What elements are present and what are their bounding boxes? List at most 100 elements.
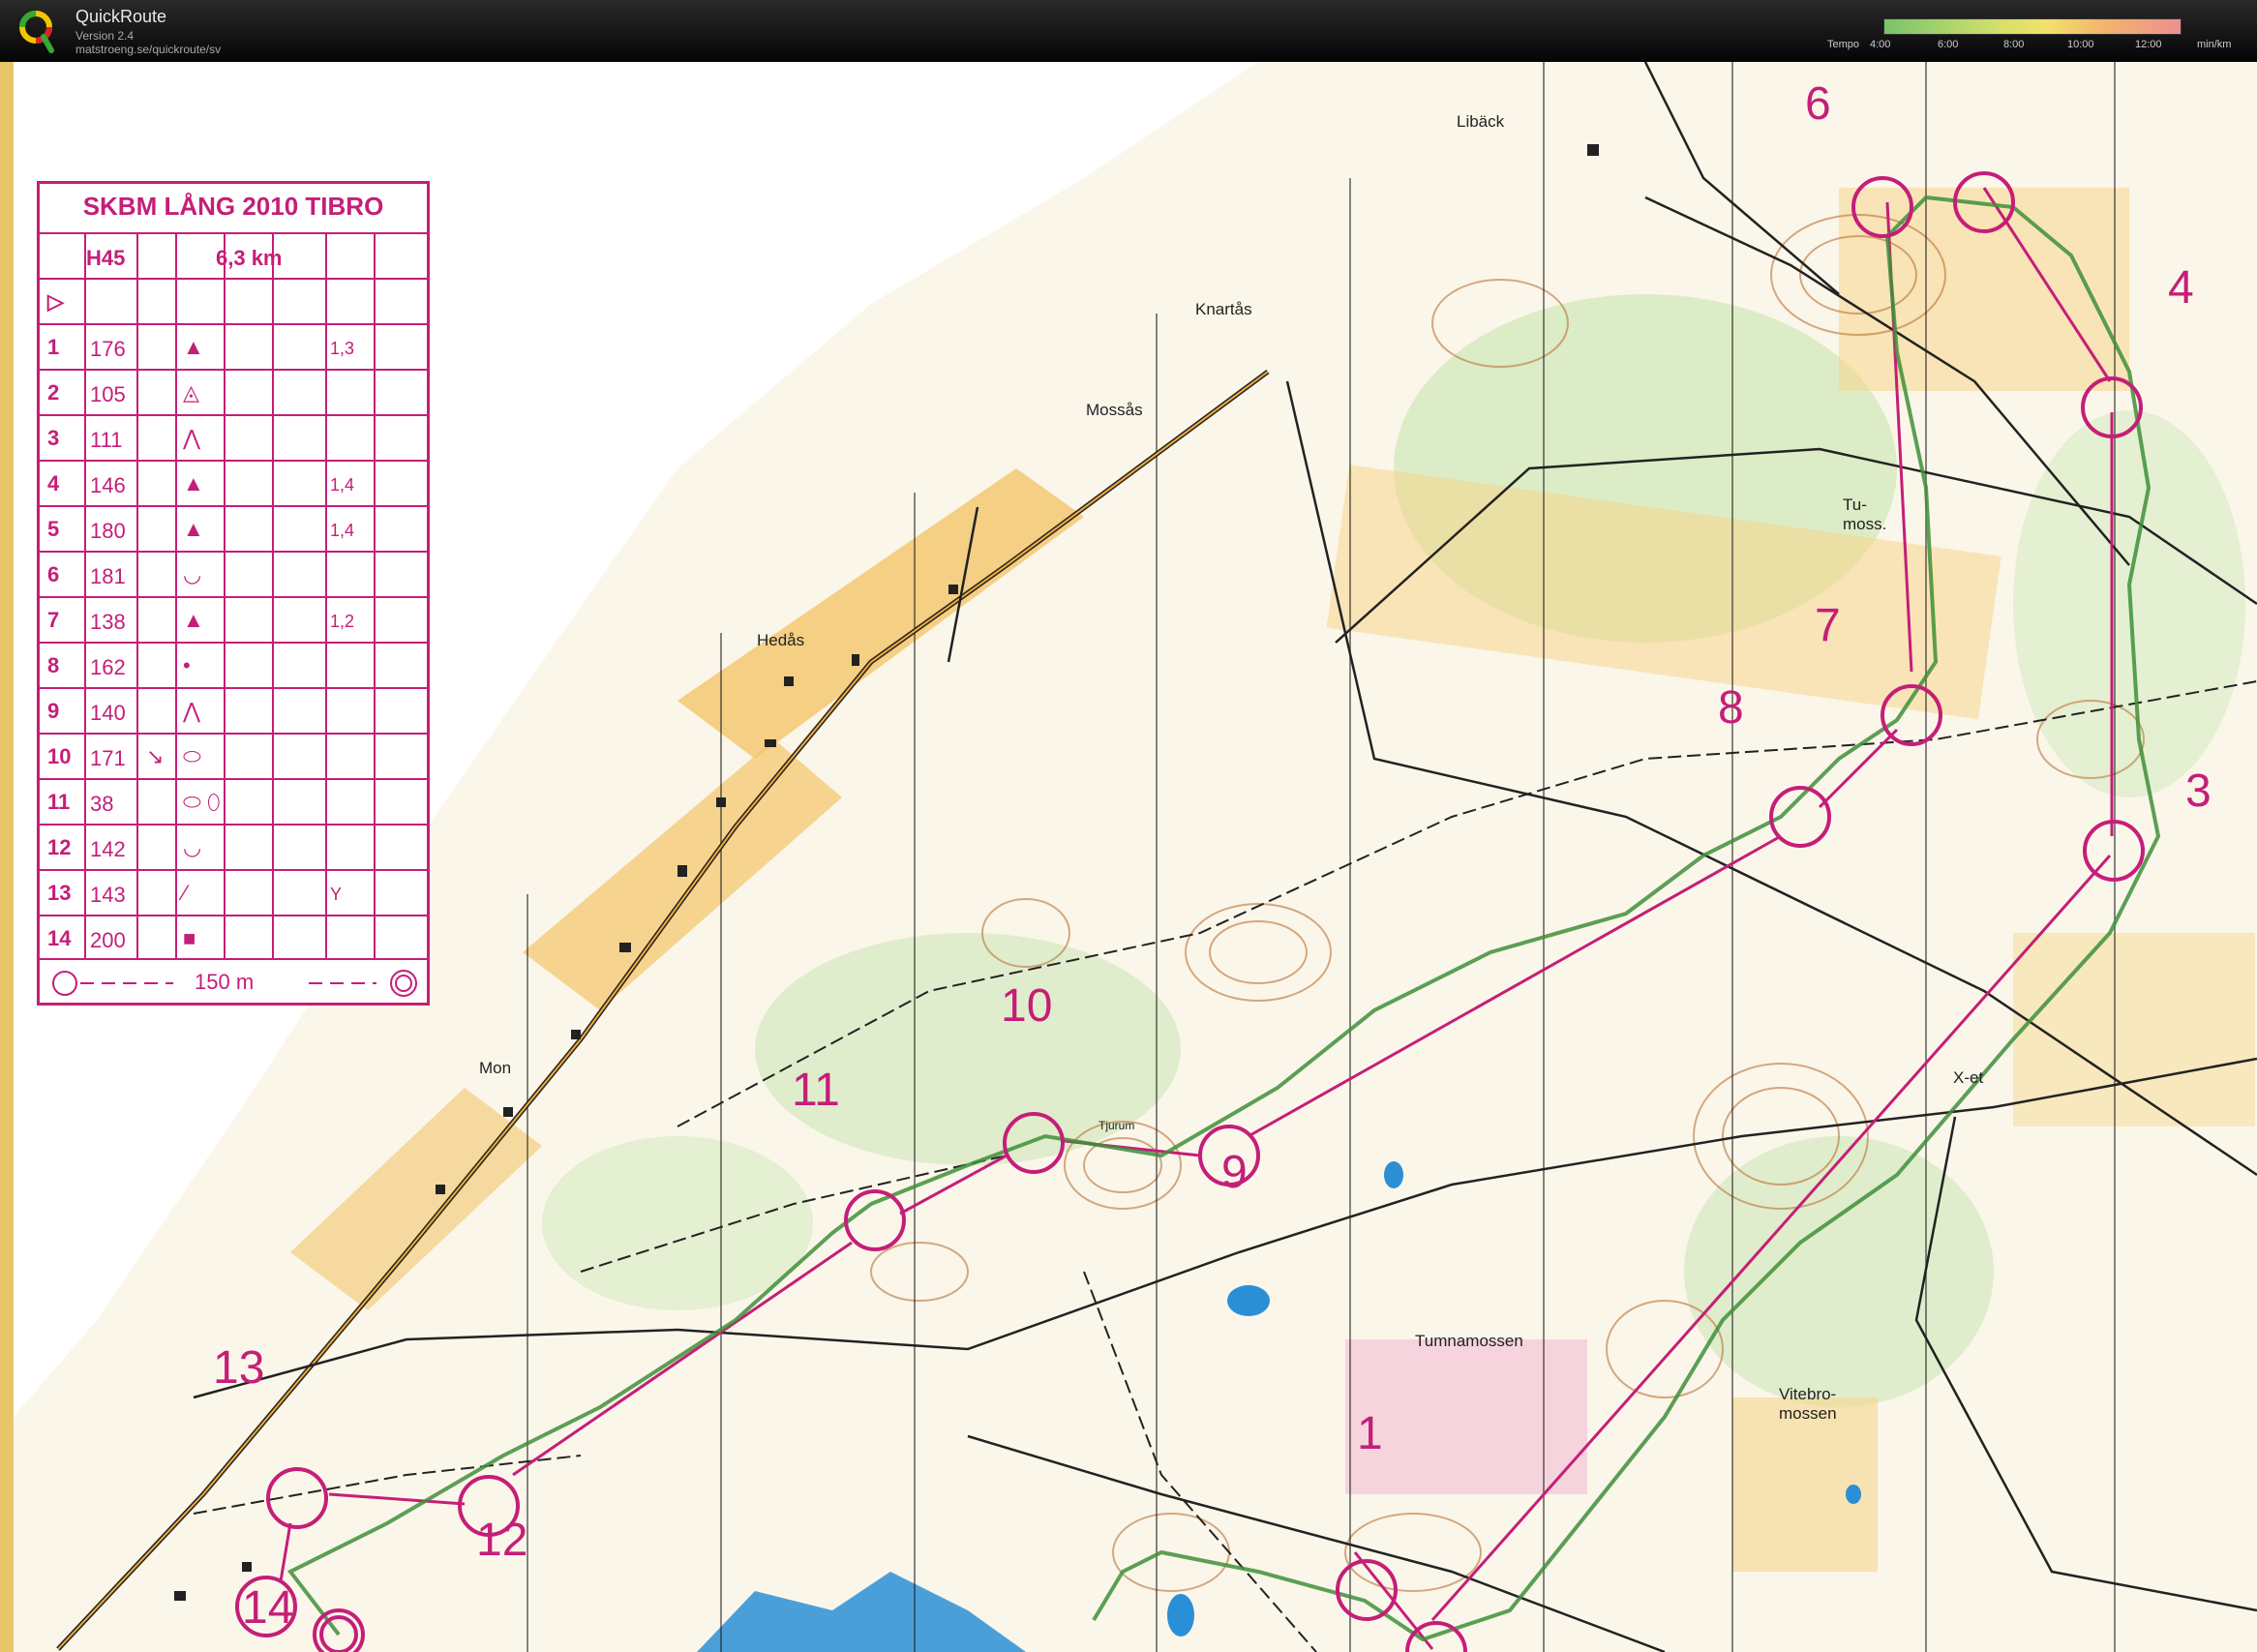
control-number-cell: 14 xyxy=(47,926,72,950)
control-number-cell: 3 xyxy=(47,426,60,450)
quickroute-logo-icon xyxy=(19,11,54,53)
control-code-cell: 146 xyxy=(90,473,126,497)
place-name: Mon xyxy=(479,1059,512,1077)
control-detail-cell: 1,4 xyxy=(330,475,355,495)
tempo-tick: 4:00 xyxy=(1870,39,1891,50)
control-feature-symbol: • xyxy=(183,653,191,677)
legend-control-row: 10 171 ↘ ⬭ xyxy=(40,733,427,780)
app-url[interactable]: matstroeng.se/quickroute/sv xyxy=(75,43,221,56)
legend-control-row: 12 142 ◡ xyxy=(40,824,427,871)
legend-divider xyxy=(136,232,138,958)
legend-divider xyxy=(325,232,327,958)
place-name: Hedås xyxy=(757,631,805,649)
tempo-label: Tempo xyxy=(1827,39,1860,50)
legend-divider xyxy=(84,232,86,958)
place-name: Tumnamossen xyxy=(1415,1332,1523,1350)
control-code-cell: 143 xyxy=(90,883,126,907)
orienteering-map[interactable]: Libäck Knartås Mossås Hedås Mon Tu- moss… xyxy=(0,62,2257,1652)
place-name: Libäck xyxy=(1457,112,1505,131)
tempo-color-scale xyxy=(1883,18,2182,35)
control-feature-symbol: ⋀ xyxy=(183,699,201,723)
control-detail-cell: 1,3 xyxy=(330,339,355,358)
green-area xyxy=(1684,1136,1994,1407)
tempo-tick: 8:00 xyxy=(2003,39,2025,50)
control-number: 6 xyxy=(1805,78,1831,130)
control-number-cell: 11 xyxy=(47,790,71,814)
control-feature-symbol: ▲ xyxy=(183,335,204,359)
control-number-cell: 7 xyxy=(47,608,60,632)
control-feature-symbol: ▲ xyxy=(183,471,204,496)
legend-control-row: 2 105 ◬ xyxy=(40,369,427,416)
tempo-tick: 6:00 xyxy=(1938,39,1959,50)
open-field xyxy=(1732,1397,1878,1572)
legend-control-row: 7 138 ▲ 1,2 xyxy=(40,596,427,644)
control-number: 10 xyxy=(1001,980,1053,1032)
legend-divider xyxy=(272,232,274,958)
control-code-cell: 200 xyxy=(90,928,126,952)
start-symbol-icon: ▷ xyxy=(47,289,64,314)
control-feature-symbol: ⬭ xyxy=(183,744,201,768)
app-version: Version 2.4 xyxy=(75,29,135,43)
control-feature-symbol: ■ xyxy=(183,926,196,950)
place-name: Mossås xyxy=(1086,401,1143,419)
place-name: Vitebro- mossen xyxy=(1779,1385,1837,1423)
control-code-cell: 111 xyxy=(90,428,123,452)
place-name: Tjurum xyxy=(1098,1119,1135,1132)
control-feature-symbol: ⁄ xyxy=(183,881,187,905)
control-code-cell: 171 xyxy=(90,746,126,770)
place-name: X-et xyxy=(1953,1068,1984,1087)
control-feature-symbol: ⋀ xyxy=(183,426,201,450)
control-number: 1 xyxy=(1357,1408,1383,1459)
control-number: 3 xyxy=(2185,766,2212,817)
control-number: 13 xyxy=(213,1342,265,1394)
control-code-cell: 180 xyxy=(90,519,126,543)
control-number-cell: 4 xyxy=(47,471,60,496)
control-detail-cell: Y xyxy=(330,885,343,904)
control-number-cell: 6 xyxy=(47,562,60,586)
legend-control-row: 14 200 ■ xyxy=(40,915,427,962)
control-feature-symbol: ◡ xyxy=(183,562,202,586)
app-titlebar: QuickRoute Version 2.4 matstroeng.se/qui… xyxy=(0,0,2257,62)
control-code-cell: 142 xyxy=(90,837,126,861)
legend-divider xyxy=(175,232,177,958)
control-code-cell: 181 xyxy=(90,564,126,588)
tempo-tick: 10:00 xyxy=(2067,39,2094,50)
control-description-sheet: SKBM LÅNG 2010 TIBRO H45 6,3 km ▷ 1 176 ▲ 1… xyxy=(37,181,430,1006)
control-number: 12 xyxy=(476,1515,528,1566)
control-feature-symbol: ◡ xyxy=(183,835,202,859)
legend-divider xyxy=(374,232,376,958)
control-code-cell: 138 xyxy=(90,610,126,634)
legend-title: SKBM LÅNG 2010 TIBRO xyxy=(82,192,384,221)
open-field xyxy=(1839,188,2129,391)
legend-finish-row: 150 m xyxy=(40,958,427,1005)
app-name: QuickRoute xyxy=(75,7,167,26)
green-area xyxy=(542,1136,813,1310)
control-feature-symbol: ⬭ ⬯ xyxy=(183,790,221,814)
control-number-cell: 12 xyxy=(47,835,72,859)
tempo-tick: 12:00 xyxy=(2135,39,2162,50)
control-code-cell: 140 xyxy=(90,701,126,725)
legend-control-row: 3 111 ⋀ xyxy=(40,414,427,462)
map-edge xyxy=(0,62,14,1652)
control-number: 14 xyxy=(242,1582,294,1634)
control-detail-cell: 1,4 xyxy=(330,521,355,540)
control-code-cell: 162 xyxy=(90,655,126,679)
control-number-cell: 2 xyxy=(47,380,60,405)
legend-control-row: 6 181 ◡ xyxy=(40,551,427,598)
control-code-cell: 38 xyxy=(90,792,114,816)
place-name: Knartås xyxy=(1195,300,1252,318)
place-name: Tu- moss. xyxy=(1843,496,1887,533)
legend-header-row: H45 6,3 km xyxy=(40,232,427,280)
control-feature-symbol: ◬ xyxy=(183,380,199,405)
control-code-cell: 176 xyxy=(90,337,126,361)
control-number-cell: 1 xyxy=(47,335,60,359)
direction-arrow-icon: ↘ xyxy=(146,744,165,768)
control-feature-symbol: ▲ xyxy=(183,608,204,632)
control-number-cell: 13 xyxy=(47,881,72,905)
legend-control-row: 5 180 ▲ 1,4 xyxy=(40,505,427,553)
control-number: 9 xyxy=(1221,1147,1248,1198)
legend-control-row: 9 140 ⋀ xyxy=(40,687,427,735)
legend-start-row: ▷ xyxy=(40,278,427,325)
legend-class: H45 xyxy=(86,246,126,270)
control-number: 4 xyxy=(2168,262,2194,314)
